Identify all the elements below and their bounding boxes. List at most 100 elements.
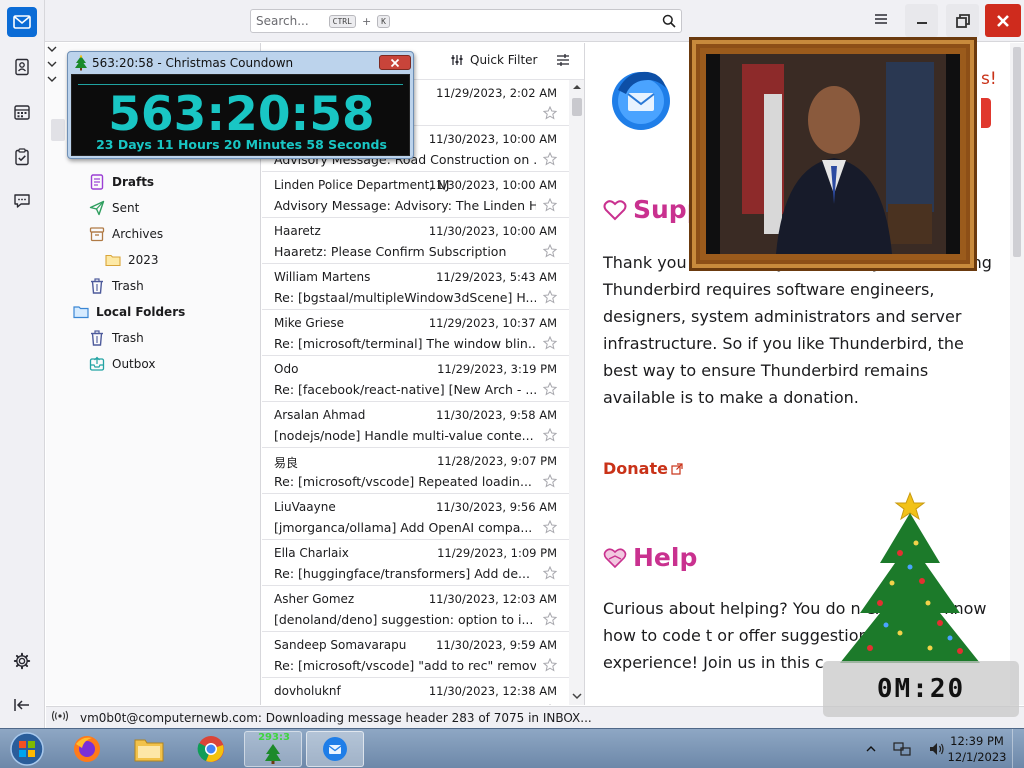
message-date: 11/30/2023, 10:00 AM [428, 132, 557, 146]
message-row[interactable]: Arsalan Ahmad 11/30/2023, 9:58 AM [nodejs/… [262, 402, 569, 448]
message-row[interactable]: William Martens 11/29/2023, 5:43 AM Re: [b… [262, 264, 569, 310]
message-subject: Re: [bgstaal/multipleWindow3dScene] H... [274, 290, 536, 305]
start-page-scroll-thumb[interactable] [1013, 47, 1021, 257]
folder-archive-2023[interactable]: 2023 [104, 248, 159, 272]
folder-drafts-label: Drafts [112, 175, 155, 189]
folder-trash[interactable]: Trash [88, 274, 144, 298]
message-row[interactable]: Ella Charlaix 11/29/2023, 1:09 PM Re: [hug… [262, 540, 569, 586]
taskbar-chrome[interactable] [188, 731, 234, 767]
scroll-thumb[interactable] [572, 98, 582, 116]
folder-local-trash[interactable]: Trash [88, 326, 144, 350]
settings-gear-icon[interactable] [7, 646, 37, 676]
star-icon[interactable] [542, 427, 558, 445]
countdown-window-title: 563:20:58 - Christmas Coundown [92, 56, 294, 70]
message-date: 11/30/2023, 9:59 AM [436, 638, 557, 652]
countdown-window[interactable]: 563:20:58 - Christmas Coundown 563:20:58… [67, 51, 414, 159]
folder-sent[interactable]: Sent [88, 196, 139, 220]
message-subject: [jmorganca/ollama] Add OpenAI compa... [274, 520, 533, 535]
portrait-photo [706, 54, 960, 254]
star-icon[interactable] [542, 381, 558, 399]
show-hidden-icons-icon[interactable] [866, 744, 876, 754]
global-search-input[interactable]: Search... CTRL + K [250, 9, 682, 33]
star-icon[interactable] [542, 519, 558, 537]
display-options-icon[interactable] [556, 53, 570, 70]
message-date: 11/29/2023, 1:09 PM [437, 546, 557, 560]
address-book-icon[interactable] [7, 52, 37, 82]
start-button[interactable] [6, 731, 48, 767]
thread-list-scrollbar[interactable] [569, 80, 585, 705]
star-icon[interactable] [542, 335, 558, 353]
taskbar-countdown[interactable]: 293:3 [244, 731, 302, 767]
message-row[interactable]: Mike Griese 11/29/2023, 10:37 AM Re: [micr… [262, 310, 569, 356]
mail-space-icon[interactable] [7, 7, 37, 37]
message-subject: Re: [huggingface/transformers] Add de... [274, 566, 530, 581]
external-link-icon [671, 462, 683, 475]
star-icon[interactable] [542, 473, 558, 491]
show-desktop-button[interactable] [1012, 729, 1024, 768]
plus-sign: + [361, 14, 372, 28]
collapse-toolbar-icon[interactable] [7, 690, 37, 720]
message-subject: Re: [facebook/react-native] [New Arch - … [274, 382, 536, 397]
star-icon[interactable] [542, 105, 558, 123]
message-row[interactable]: Haaretz 11/30/2023, 10:00 AM Haaretz: Plea… [262, 218, 569, 264]
taskbar-countdown-label: 293:3 [258, 732, 290, 743]
message-row[interactable]: Linden Police Department, NJ 11/30/2023, … [262, 172, 569, 218]
taskbar-file-explorer[interactable] [126, 731, 172, 767]
donate-link[interactable]: Donate [603, 459, 683, 478]
help-heading: Help [603, 543, 697, 572]
scroll-up-arrow-icon[interactable] [569, 80, 585, 94]
taskbar-thunderbird[interactable] [306, 731, 364, 767]
message-subject: Haaretz: Please Confirm Subscription [274, 244, 507, 259]
folder-drafts[interactable]: Drafts 1 [88, 170, 253, 194]
scroll-down-arrow-icon[interactable] [569, 689, 585, 703]
taskbar-clock[interactable]: 12:39 PM 12/1/2023 [946, 733, 1008, 765]
quick-filter-button[interactable]: Quick Filter [450, 53, 537, 67]
countdown-detail: 23 Days 11 Hours 20 Minutes 58 Seconds [96, 137, 387, 152]
folder-outbox[interactable]: Outbox [88, 352, 155, 376]
star-icon[interactable] [542, 611, 558, 629]
message-row[interactable]: dovholuknf 11/30/2023, 12:38 AM [262, 678, 569, 705]
star-icon[interactable] [542, 243, 558, 261]
folder-archives[interactable]: Archives [88, 222, 163, 246]
volume-icon[interactable] [928, 741, 946, 757]
message-row[interactable]: Asher Gomez 11/30/2023, 12:03 AM [denoland… [262, 586, 569, 632]
message-row[interactable]: Odo 11/29/2023, 3:19 PM Re: [facebook/reac… [262, 356, 569, 402]
countdown-close-button[interactable] [379, 55, 411, 70]
minimize-button[interactable] [905, 4, 938, 37]
star-icon[interactable] [542, 151, 558, 169]
tasks-icon[interactable] [7, 142, 37, 172]
app-menu-icon[interactable] [873, 12, 889, 29]
message-sender: Mike Griese [274, 316, 344, 330]
christmas-tree-widget[interactable]: 0M:20 [820, 483, 1020, 723]
title-bar: Search... CTRL + K [45, 0, 1024, 42]
restore-button[interactable] [946, 4, 979, 37]
message-subject: [denoland/deno] suggestion: option to i.… [274, 612, 534, 627]
archive-box-icon [88, 225, 106, 243]
search-icon[interactable] [662, 14, 676, 31]
message-row[interactable]: Sandeep Somavarapu 11/30/2023, 9:59 AM Re:… [262, 632, 569, 678]
star-icon[interactable] [542, 657, 558, 675]
calendar-icon[interactable] [7, 97, 37, 127]
network-icon[interactable] [893, 741, 911, 757]
message-sender: 易良 [274, 456, 299, 470]
taskbar-firefox[interactable] [64, 731, 110, 767]
local-folders[interactable]: Local Folders [72, 300, 185, 324]
message-subject: Re: [microsoft/vscode] Repeated loadin..… [274, 474, 532, 489]
firefox-icon [74, 736, 100, 762]
trash-icon [88, 329, 106, 347]
message-date: 11/30/2023, 12:38 AM [428, 684, 557, 698]
star-icon[interactable] [542, 289, 558, 307]
close-button[interactable] [985, 4, 1021, 37]
folder-icon [104, 251, 122, 269]
online-status-icon[interactable] [51, 710, 69, 725]
star-icon[interactable] [543, 703, 557, 705]
message-row[interactable]: LiuVaayne 11/30/2023, 9:56 AM [jmorganca/o… [262, 494, 569, 540]
framed-portrait-widget[interactable] [689, 37, 977, 271]
folder-sent-label: Sent [112, 201, 140, 215]
star-icon[interactable] [542, 565, 558, 583]
message-sender: Linden Police Department, NJ [274, 178, 449, 192]
chat-icon[interactable] [7, 186, 37, 216]
star-icon[interactable] [542, 197, 558, 215]
message-row[interactable]: 易良 11/28/2023, 9:07 PM Re: [microsoft/vsco… [262, 448, 569, 494]
folder-local-trash-label: Trash [112, 331, 144, 345]
